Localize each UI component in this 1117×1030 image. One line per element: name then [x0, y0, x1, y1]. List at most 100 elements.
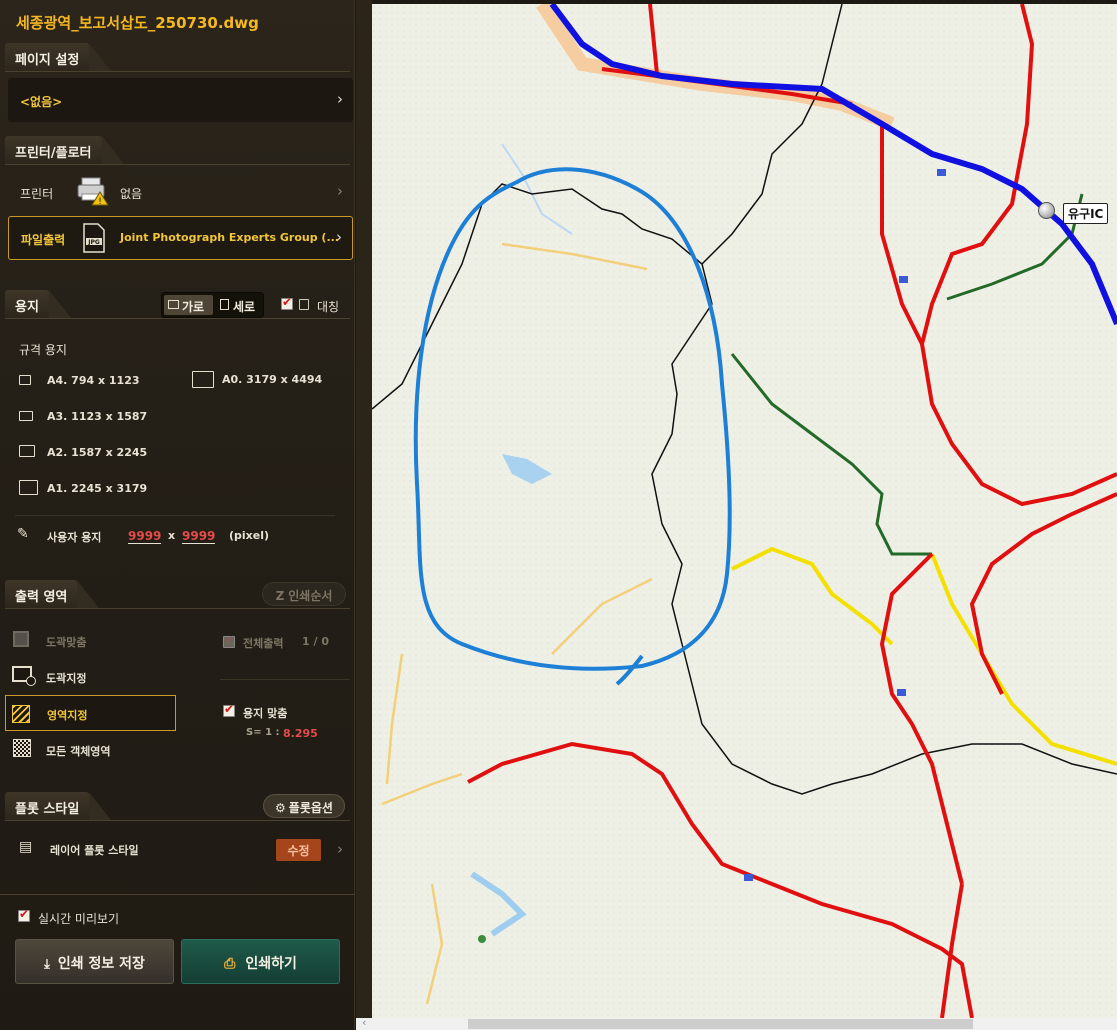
preview-frame [356, 0, 372, 1018]
fit-frame-option[interactable]: 도곽맞춤 [8, 628, 178, 654]
map-symbol [478, 935, 486, 943]
file-title: 세종광역_보고서삽도_250730.dwg [16, 14, 259, 32]
portrait-icon [220, 299, 229, 310]
divider [5, 318, 350, 319]
horizontal-scrollbar[interactable]: ‹ [356, 1016, 1117, 1030]
print-button[interactable]: ⎙ 인쇄하기 [181, 939, 340, 984]
section-page-setup: 페이지 설정 [5, 43, 112, 71]
plot-options-label: 플롯옵션 [288, 801, 333, 815]
chevron-right-icon: › [336, 228, 342, 246]
jpg-file-icon: JPG [81, 223, 107, 253]
paper-option-a2[interactable]: A2. 1587 x 2245 [18, 442, 178, 464]
mirror-checkbox[interactable] [281, 295, 293, 310]
portrait-button[interactable]: 세로 [215, 295, 263, 315]
map-symbol [899, 276, 908, 283]
paper-size-label: A4. 794 x 1123 [47, 374, 140, 387]
print-label: 인쇄하기 [245, 956, 297, 972]
interchange-marker[interactable] [1038, 202, 1055, 219]
chevron-right-icon: › [337, 90, 343, 108]
paper-option-a1[interactable]: A1. 2245 x 3179 [18, 478, 178, 500]
printer-label: 프린터 [20, 187, 54, 201]
paper-landscape-icon [19, 375, 31, 385]
sort-icon: Z [275, 589, 285, 603]
divider [0, 894, 355, 895]
layer-style-icon: ▤ [19, 839, 33, 855]
file-output-value: Joint Photograph Experts Group (... [120, 231, 339, 244]
print-settings-panel: 세종광역_보고서삽도_250730.dwg 페이지 설정 <없음> › 프린터/… [0, 0, 355, 1030]
file-output-label: 파일출력 [21, 233, 66, 247]
divider [15, 515, 335, 516]
mirror-icon [299, 299, 309, 310]
live-preview-label: 실시간 미리보기 [38, 912, 120, 926]
area-select-icon [12, 705, 30, 723]
custom-width-input[interactable]: 9999 [128, 529, 162, 544]
paper-fit-label: 용지 맞춤 [243, 707, 288, 720]
frame-count: 1 / 0 [302, 635, 329, 648]
fit-frame-label: 도곽맞춤 [46, 636, 87, 649]
scale-value: 8.295 [283, 727, 318, 740]
scroll-left-icon[interactable]: ‹ [362, 1016, 366, 1029]
map-drawing [372, 4, 1117, 1018]
map-symbol [937, 169, 946, 176]
standard-paper-label: 규격 용지 [19, 343, 67, 357]
paper-option-a3[interactable]: A3. 1123 x 1587 [18, 406, 178, 428]
divider [5, 71, 350, 72]
printer-warning-icon: ! [76, 174, 110, 207]
chevron-right-icon: › [337, 840, 343, 858]
unit-label: (pixel) [229, 529, 270, 542]
printer-icon: ⎙ [224, 956, 236, 972]
page-setup-select[interactable]: <없음> › [8, 78, 353, 122]
landscape-button[interactable]: 가로 [164, 295, 213, 315]
paper-size-label: A2. 1587 x 2245 [47, 446, 148, 459]
section-plot-style: 플롯 스타일 [5, 792, 112, 820]
set-area-label: 영역지정 [47, 709, 88, 722]
all-objects-option[interactable]: 모든 객체영역 [8, 737, 178, 763]
set-frame-label: 도곽지정 [46, 672, 87, 685]
plot-options-button[interactable]: ⚙ 플롯옵션 [263, 794, 345, 818]
section-printer: 프린터/플로터 [5, 136, 123, 164]
fit-frame-icon [13, 631, 29, 647]
gear-icon: ⚙ [275, 801, 286, 815]
print-order-label: 인쇄순서 [288, 589, 333, 603]
landscape-icon [168, 300, 179, 309]
map-symbol [897, 689, 906, 696]
custom-paper-icon: ✎ [17, 526, 29, 542]
scrollbar-thumb[interactable] [468, 1019, 973, 1029]
layer-style-label: 레이어 플롯 스타일 [50, 844, 139, 857]
all-objects-label: 모든 객체영역 [46, 745, 111, 758]
paper-fit-checkbox[interactable] [223, 702, 235, 717]
all-print-checkbox[interactable] [223, 633, 235, 648]
paper-size-label: A1. 2245 x 3179 [47, 482, 148, 495]
paper-option-a4[interactable]: A4. 794 x 1123 [18, 370, 178, 392]
custom-paper-row: ✎ 사용자 용지 9999 x 9999 (pixel) [15, 524, 345, 548]
frame-select-icon [12, 666, 36, 686]
set-area-option[interactable]: 영역지정 [5, 695, 176, 731]
printer-row[interactable]: 프린터 ! 없음 › [8, 170, 353, 212]
map-preview[interactable] [372, 4, 1117, 1018]
chevron-right-icon: › [337, 182, 343, 200]
paper-option-a0[interactable]: A0. 3179 x 4494 [190, 370, 350, 392]
custom-paper-label: 사용자 용지 [47, 531, 102, 544]
download-icon: ⤓ [44, 957, 50, 972]
section-paper: 용지 [5, 290, 71, 318]
map-symbol [744, 874, 753, 881]
paper-landscape-icon [192, 371, 214, 388]
all-objects-icon [13, 739, 31, 757]
paper-landscape-icon [19, 411, 33, 421]
custom-height-input[interactable]: 9999 [182, 529, 216, 544]
edit-plot-style-button[interactable]: 수정 [276, 839, 321, 861]
svg-text:JPG: JPG [87, 239, 100, 246]
divider [5, 164, 350, 165]
scale-label: S= 1 : [246, 727, 280, 738]
divider [220, 679, 350, 680]
printer-value: 없음 [120, 187, 143, 201]
live-preview-checkbox[interactable] [18, 907, 30, 922]
save-print-info-button[interactable]: ⤓ 인쇄 정보 저장 [15, 939, 174, 984]
paper-size-label: A0. 3179 x 4494 [222, 373, 323, 386]
file-output-select[interactable]: 파일출력 JPG Joint Photograph Experts Group … [8, 216, 353, 260]
print-order-button[interactable]: Z 인쇄순서 [262, 582, 346, 606]
portrait-label: 세로 [233, 300, 256, 314]
divider [5, 820, 350, 821]
paper-size-label: A3. 1123 x 1587 [47, 410, 148, 423]
set-frame-option[interactable]: 도곽지정 [8, 664, 178, 690]
